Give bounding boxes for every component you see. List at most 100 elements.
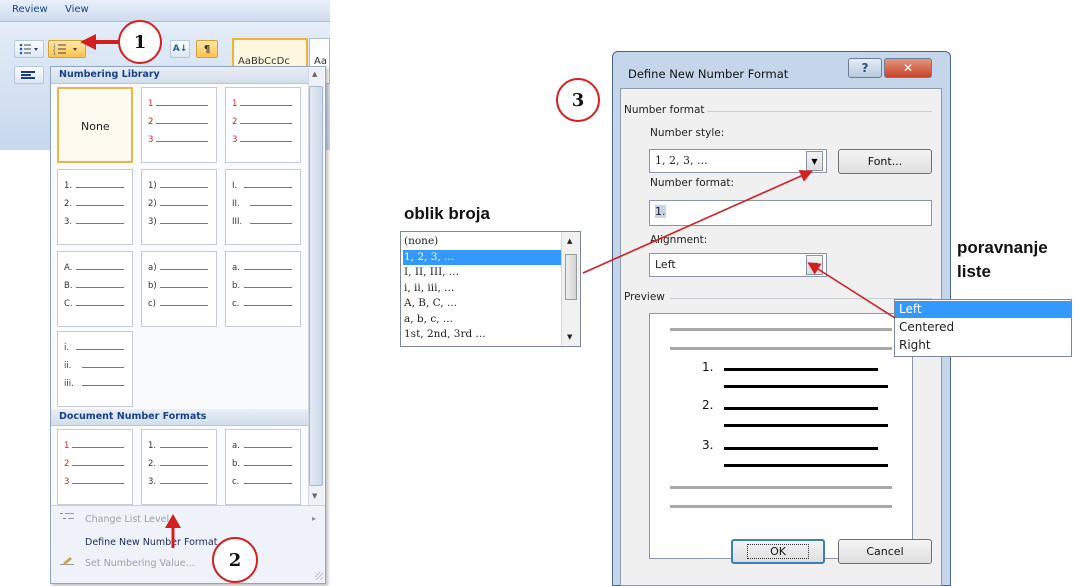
cell-line	[244, 483, 292, 484]
number-style-option[interactable]: I, II, III, ...	[403, 265, 561, 280]
alignment-label: Alignment:	[650, 234, 708, 246]
doc-format-cell-2[interactable]: a. b. c.	[225, 429, 301, 505]
alignment-combo[interactable]: Left	[649, 253, 827, 277]
poravnanje-caption: poravnanje liste	[957, 236, 1048, 284]
cell-number-label: 2	[232, 117, 238, 127]
cell-number-label: A.	[64, 263, 73, 273]
change-list-level-item[interactable]: Change List Level	[85, 514, 169, 525]
numbering-cell-r1-c0[interactable]: 1. 2. 3.	[57, 169, 133, 245]
cell-number-label: c.	[232, 477, 240, 487]
numbering-cell-r1-c2[interactable]: I. II. III.	[225, 169, 301, 245]
number-style-option[interactable]: i, ii, iii, ...	[403, 281, 561, 296]
scroll-down-icon[interactable]: ▼	[312, 492, 317, 500]
cancel-button[interactable]: Cancel	[838, 539, 932, 564]
define-new-number-format-item[interactable]: Define New Number Format...	[85, 537, 227, 548]
show-formatting-button[interactable]: ¶	[196, 40, 218, 58]
listbox-scrollbar[interactable]: ▲ ▼	[561, 232, 580, 346]
set-numbering-value-item[interactable]: Set Numbering Value...	[85, 558, 195, 569]
numbering-icon: 123	[53, 43, 77, 55]
cell-line	[156, 141, 208, 142]
cell-line	[160, 187, 208, 188]
numbering-cell-r0-c1[interactable]: 1 2 3	[141, 87, 217, 163]
cell-number-label: c.	[232, 299, 240, 309]
panel-scroll-thumb[interactable]	[309, 86, 323, 486]
cell-number-label: 3.	[148, 477, 157, 487]
cell-line	[160, 269, 208, 270]
cell-number-label: b)	[148, 281, 157, 291]
doc-format-cell-1[interactable]: 1. 2. 3.	[141, 429, 217, 505]
help-icon: ?	[861, 61, 869, 75]
number-style-option[interactable]: 1, 2, 3, ...	[403, 249, 561, 265]
cell-line	[76, 223, 124, 224]
step-1-badge: 1	[118, 20, 162, 64]
cell-number-label: 1)	[148, 181, 157, 191]
font-button[interactable]: Font...	[838, 149, 932, 174]
listbox-scroll-down-icon[interactable]: ▼	[567, 333, 572, 341]
cell-number-label: 2.	[148, 459, 157, 469]
alignment-listbox[interactable]: Left Centered Right	[894, 299, 1072, 357]
preview-divider	[670, 298, 932, 299]
numbering-cell-none[interactable]: None	[57, 87, 133, 163]
poravnanje-caption-line1: poravnanje	[957, 238, 1048, 257]
oblik-broja-caption: oblik broja	[404, 204, 490, 223]
number-style-option[interactable]: (none)	[403, 234, 561, 249]
cell-line	[72, 447, 124, 448]
document-formats-header: Document Number Formats	[51, 409, 308, 426]
cell-line	[240, 141, 292, 142]
number-style-option[interactable]: a, b, c, ...	[403, 312, 561, 327]
number-style-combo[interactable]: 1, 2, 3, ...	[649, 149, 827, 173]
cell-line	[250, 223, 292, 224]
align-left-button[interactable]	[14, 66, 44, 84]
tab-review[interactable]: Review	[12, 4, 48, 15]
numbering-cell-r0-c2[interactable]: 1 2 3	[225, 87, 301, 163]
preview-black-line	[724, 447, 878, 450]
numbering-cell-r2-c2[interactable]: a. b. c.	[225, 251, 301, 327]
number-format-group-label: Number format	[624, 104, 705, 116]
resize-grip[interactable]	[315, 572, 323, 580]
number-style-option[interactable]: A, B, C, ...	[403, 296, 561, 311]
cell-number-label: ii.	[64, 361, 72, 371]
cell-number-label: iii.	[64, 379, 74, 389]
preview-black-line	[724, 385, 888, 388]
bullets-button[interactable]	[14, 40, 44, 58]
alignment-option[interactable]: Centered	[895, 319, 954, 336]
scroll-up-icon[interactable]: ▲	[312, 70, 317, 78]
cell-line	[76, 269, 124, 270]
preview-grey-line	[670, 505, 892, 508]
cell-line	[160, 205, 208, 206]
ok-button[interactable]: OK	[731, 539, 825, 564]
cell-number-label: III.	[232, 217, 243, 227]
listbox-scroll-thumb[interactable]	[565, 254, 577, 300]
chevron-down-icon[interactable]: ▼	[806, 151, 823, 171]
alignment-option[interactable]: Left	[895, 301, 1071, 318]
numbering-button[interactable]: 123	[48, 40, 86, 58]
cell-number-label: 3.	[64, 217, 73, 227]
cell-line	[82, 385, 124, 386]
preview-box: 1. 2. 3.	[649, 313, 913, 559]
cell-number-label: 2	[148, 117, 154, 127]
help-button[interactable]: ?	[848, 58, 882, 78]
numbering-cell-r1-c1[interactable]: 1) 2) 3)	[141, 169, 217, 245]
pilcrow-icon: ¶	[203, 43, 211, 55]
tab-view[interactable]: View	[65, 4, 89, 15]
numbering-cell-r3-c0[interactable]: i. ii. iii.	[57, 331, 133, 407]
preview-black-line	[724, 464, 888, 467]
numbering-cell-r2-c0[interactable]: A. B. C.	[57, 251, 133, 327]
cell-number-label: B.	[64, 281, 73, 291]
numbering-cell-r2-c1[interactable]: a) b) c)	[141, 251, 217, 327]
number-style-option[interactable]: 1st, 2nd, 3rd ...	[403, 327, 561, 342]
cell-number-label: 1.	[148, 441, 157, 451]
change-list-level-icon	[60, 513, 74, 519]
cell-number-label: b.	[232, 281, 241, 291]
listbox-scroll-up-icon[interactable]: ▲	[567, 237, 572, 245]
number-format-value: 1.	[655, 205, 666, 218]
number-style-listbox[interactable]: (none) 1, 2, 3, ... I, II, III, ... i, ii, …	[400, 231, 581, 347]
alignment-option[interactable]: Right	[895, 337, 931, 354]
close-button[interactable]: ✕	[884, 58, 932, 78]
cell-line	[160, 483, 208, 484]
cell-number-label: 1.	[64, 181, 73, 191]
doc-format-cell-0[interactable]: 1 2 3	[57, 429, 133, 505]
alignment-chevron-down-icon[interactable]: ▼	[806, 255, 823, 275]
number-format-input[interactable]: 1.	[649, 200, 932, 226]
sort-button[interactable]: A↓	[170, 40, 190, 58]
